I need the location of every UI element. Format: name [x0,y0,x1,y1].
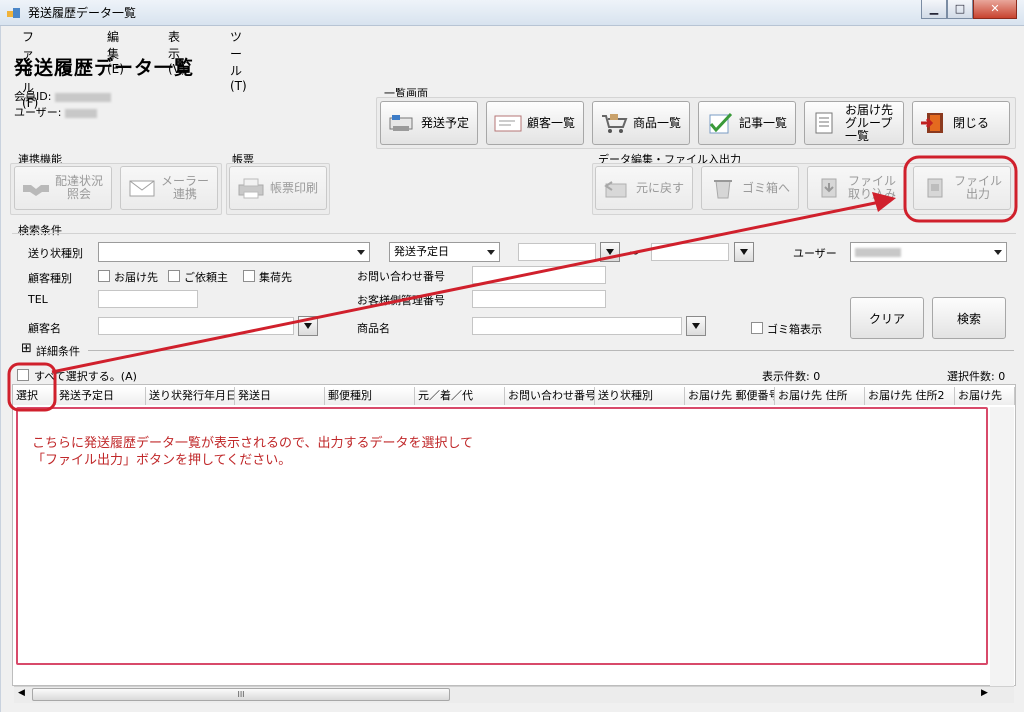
annotation-arrow-head [872,192,896,212]
annotation-overlay [7,155,1018,412]
annotation-circle-select [7,362,57,412]
annotation-circle-file-output [903,155,1018,223]
annotation-arrow-line [51,200,881,374]
